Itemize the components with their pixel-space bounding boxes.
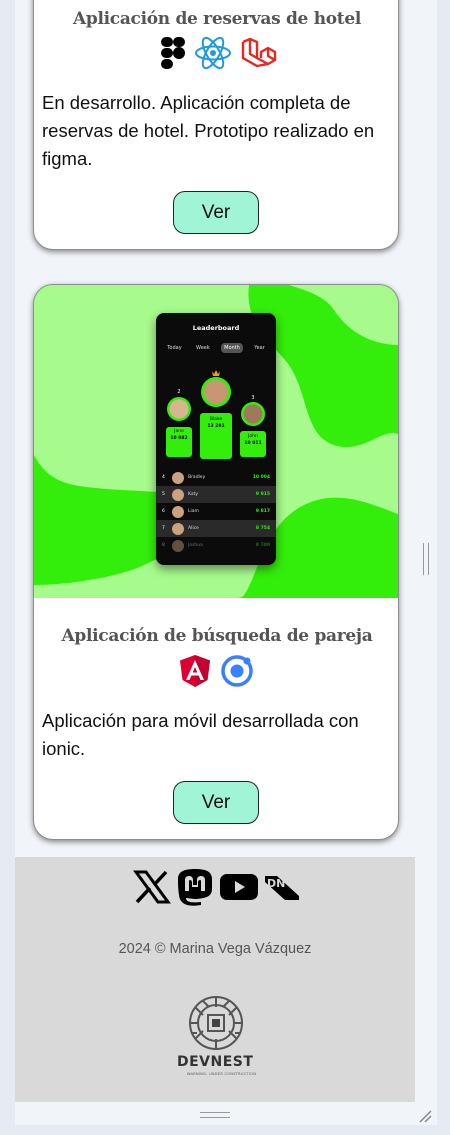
- row-name: Bradley: [188, 475, 206, 480]
- devnest-logo-text: DEVNEST: [177, 1054, 254, 1070]
- tech-stack: [178, 654, 254, 692]
- phone-mockup: Leaderboard Today Week Month Year 2 3 Ja…: [156, 313, 276, 565]
- row-name: Liam: [188, 509, 199, 514]
- mockup-title: Leaderboard: [192, 324, 240, 332]
- leaderboard-rows: 4 Bradley 10 004 5 Katy 9 915 6 Liam 9 817 7 Al…: [156, 469, 276, 554]
- podium-name: John: [248, 434, 258, 439]
- svg-text:2: 2: [177, 389, 180, 395]
- mastodon-icon[interactable]: [175, 867, 215, 911]
- table-row: 4 Bradley 10 004: [156, 469, 276, 486]
- tech-stack: [160, 36, 280, 74]
- figma-icon: [160, 36, 186, 74]
- x-icon[interactable]: [133, 870, 171, 908]
- page-viewport: Aplicación de reservas de hotel En desar…: [15, 0, 437, 1125]
- podium-name: Jane: [174, 429, 184, 434]
- row-score: 9 817: [255, 509, 270, 514]
- svg-text:3: 3: [251, 395, 254, 401]
- angular-icon: [178, 654, 212, 692]
- row-score: 8 754: [255, 526, 270, 531]
- svg-text:DN: DN: [267, 877, 285, 890]
- podium-score: 13 291: [207, 424, 225, 429]
- devnest-dn-icon[interactable]: DN: [263, 872, 301, 906]
- devnest-logo-subtitle: WARNING: UNDER CONSTRUCTION: [187, 1072, 257, 1076]
- project-card-dating: Leaderboard Today Week Month Year 2 3 Ja…: [33, 284, 399, 840]
- row-name: Alice: [188, 526, 199, 531]
- bottom-drag-handle[interactable]: [200, 1112, 230, 1118]
- mockup-tab-active: Month: [221, 343, 243, 353]
- mockup-tabs: Today Week Month Year: [160, 343, 272, 353]
- project-title: Aplicación de búsqueda de pareja: [61, 626, 373, 646]
- table-row: 8 Joshua 8 700: [156, 537, 276, 554]
- mockup-tab: Today: [167, 345, 182, 351]
- avatar: [172, 505, 184, 518]
- ionic-icon: [220, 654, 254, 692]
- row-rank: 6: [162, 509, 165, 514]
- youtube-icon[interactable]: [219, 872, 259, 906]
- row-score: 10 004: [252, 475, 270, 480]
- row-score: 9 915: [255, 492, 270, 497]
- podium-score: 10 011: [244, 441, 262, 446]
- row-rank: 4: [162, 475, 165, 480]
- avatar: [172, 539, 184, 552]
- row-name: Joshua: [188, 543, 203, 548]
- resize-grip-icon[interactable]: [418, 1108, 432, 1123]
- table-row: 6 Liam 9 817: [156, 503, 276, 520]
- react-icon: [194, 36, 232, 74]
- ver-button[interactable]: Ver: [173, 191, 259, 234]
- project-description: En desarrollo. Aplicación completa de re…: [42, 92, 375, 169]
- avatar: [172, 488, 184, 501]
- laravel-icon: [240, 36, 280, 74]
- row-rank: 7: [162, 526, 165, 531]
- project-description: Aplicación para móvil desarrollada con i…: [42, 710, 359, 759]
- avatar: [172, 522, 184, 535]
- devnest-logo-icon: [183, 993, 249, 1059]
- table-row: 7 Alice 8 754: [156, 520, 276, 537]
- project-card-hotel: Aplicación de reservas de hotel En desar…: [33, 0, 399, 250]
- row-rank: 8: [162, 543, 165, 548]
- footer: DN 2024 © Marina Vega Vázquez DEVNEST WA…: [15, 857, 415, 1102]
- copyright-text: 2024 © Marina Vega Vázquez: [118, 941, 312, 957]
- podium-graphic: 2 3: [166, 370, 266, 459]
- mockup-tab: Year: [254, 345, 265, 351]
- table-row: 5 Katy 9 915: [156, 486, 276, 503]
- project-image: Leaderboard Today Week Month Year 2 3 Ja…: [34, 285, 398, 598]
- scrollbar-handle[interactable]: [423, 543, 429, 575]
- row-score: 8 700: [255, 543, 270, 548]
- row-name: Katy: [188, 492, 199, 497]
- mockup-tab: Week: [196, 345, 210, 351]
- project-title: Aplicación de reservas de hotel: [72, 9, 362, 29]
- podium-name: Blake: [209, 417, 223, 422]
- row-rank: 5: [162, 492, 165, 497]
- ver-button[interactable]: Ver: [173, 781, 259, 824]
- avatar: [172, 471, 184, 484]
- podium-score: 10 082: [170, 436, 188, 441]
- social-links: DN: [133, 867, 301, 911]
